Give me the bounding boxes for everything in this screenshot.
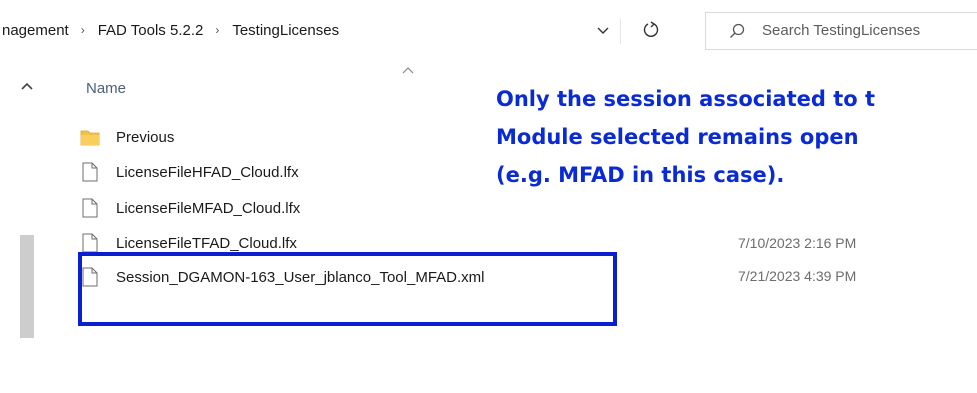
date-modified: 7/21/2023 4:39 PM [738,268,857,284]
breadcrumb: nagement › FAD Tools 5.2.2 › TestingLice… [2,19,339,41]
highlight-box [78,252,617,326]
annotation-line: Only the session associated to t [496,87,876,111]
list-item[interactable]: LicenseFileHFAD_Cloud.lfx [78,160,299,184]
annotation-line: (e.g. MFAD in this case). [496,163,785,187]
search-placeholder: Search TestingLicenses [762,22,921,39]
folder-icon [78,125,102,149]
chevron-down-icon [597,27,609,34]
breadcrumb-separator: › [215,23,220,37]
file-name: Previous [116,128,175,146]
sort-ascending-icon [402,67,414,74]
address-history-dropdown[interactable] [588,20,618,42]
refresh-icon [643,21,659,37]
breadcrumb-item-testinglicenses[interactable]: TestingLicenses [232,22,339,39]
scrollbar-thumb[interactable] [20,235,34,338]
file-icon [78,160,102,184]
file-name: LicenseFileMFAD_Cloud.lfx [116,199,301,217]
file-name: LicenseFileTFAD_Cloud.lfx [116,234,297,252]
file-name: LicenseFileHFAD_Cloud.lfx [116,163,299,181]
breadcrumb-item-management[interactable]: nagement [2,22,69,39]
annotation-line: Module selected remains open [496,125,859,149]
date-modified: 7/10/2023 2:16 PM [738,235,857,251]
column-header-name[interactable]: Name [86,80,126,97]
scroll-up-arrow-icon[interactable] [20,80,34,94]
search-icon [730,23,745,38]
list-item[interactable]: Previous [78,125,174,149]
breadcrumb-separator: › [80,23,85,37]
search-box[interactable]: Search TestingLicenses [705,12,977,50]
annotation-text: Only the session associated to t Module … [496,80,977,194]
toolbar-divider [620,18,621,44]
breadcrumb-item-fad-tools[interactable]: FAD Tools 5.2.2 [98,22,204,39]
file-icon [78,196,102,220]
refresh-button[interactable] [634,16,668,44]
list-item[interactable]: LicenseFileMFAD_Cloud.lfx [78,196,300,220]
